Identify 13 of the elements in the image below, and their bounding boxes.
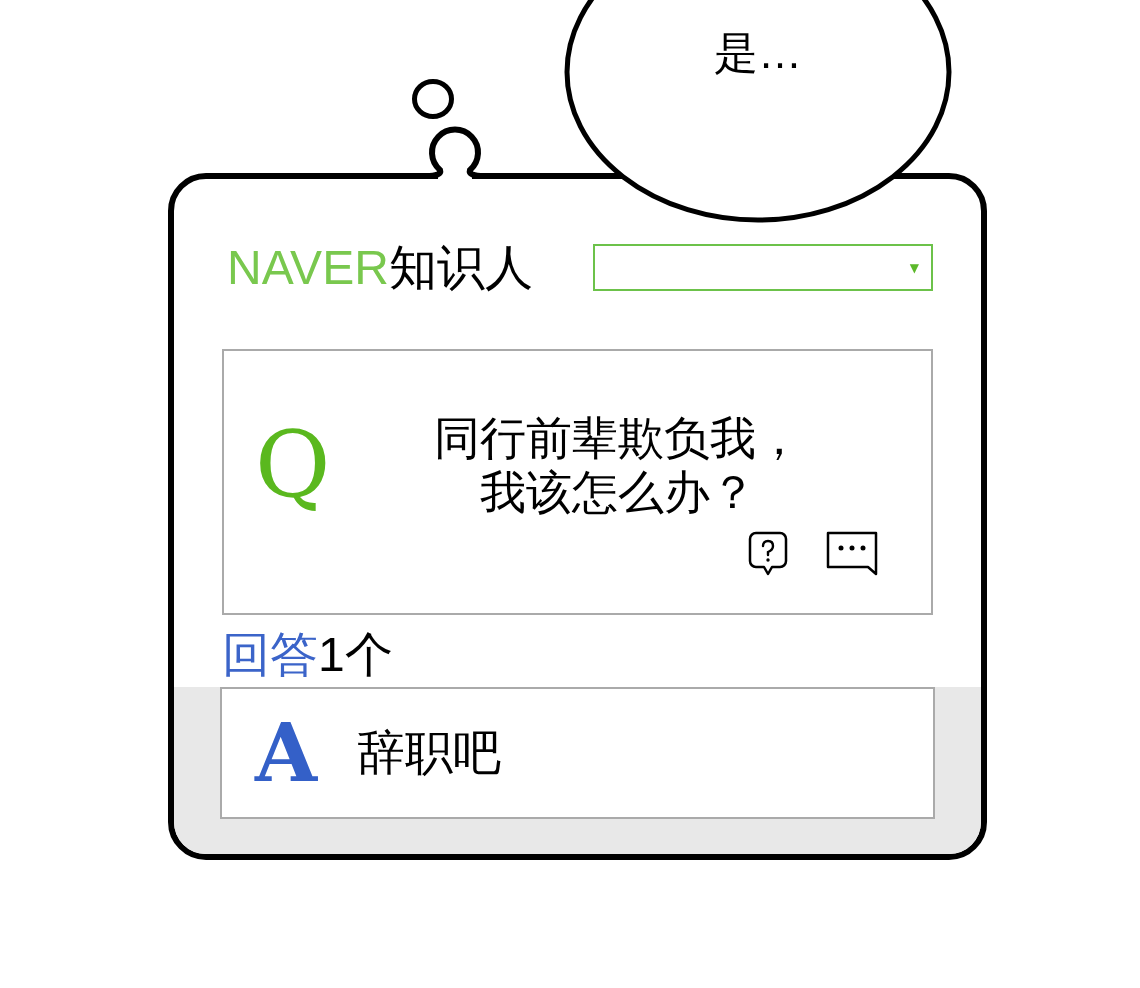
question-marker: Q <box>255 419 331 511</box>
question-text: 同行前辈欺负我，我该怎么办？ <box>432 411 803 519</box>
logo-title: 知识人 <box>388 243 533 292</box>
answer-text: 辞职吧 <box>357 729 502 777</box>
answer-marker: A <box>255 713 318 793</box>
help-bubble-icon[interactable] <box>748 531 788 577</box>
answers-label: 回答 <box>222 631 318 679</box>
answers-count: 1个 <box>318 631 393 679</box>
speech-text: 是… <box>714 31 802 75</box>
comment-bubble-icon[interactable] <box>826 531 878 576</box>
logo-brand: NAVER <box>227 243 389 292</box>
dropdown[interactable]: ▼ <box>593 244 933 291</box>
thought-bubble-icon <box>411 78 455 120</box>
